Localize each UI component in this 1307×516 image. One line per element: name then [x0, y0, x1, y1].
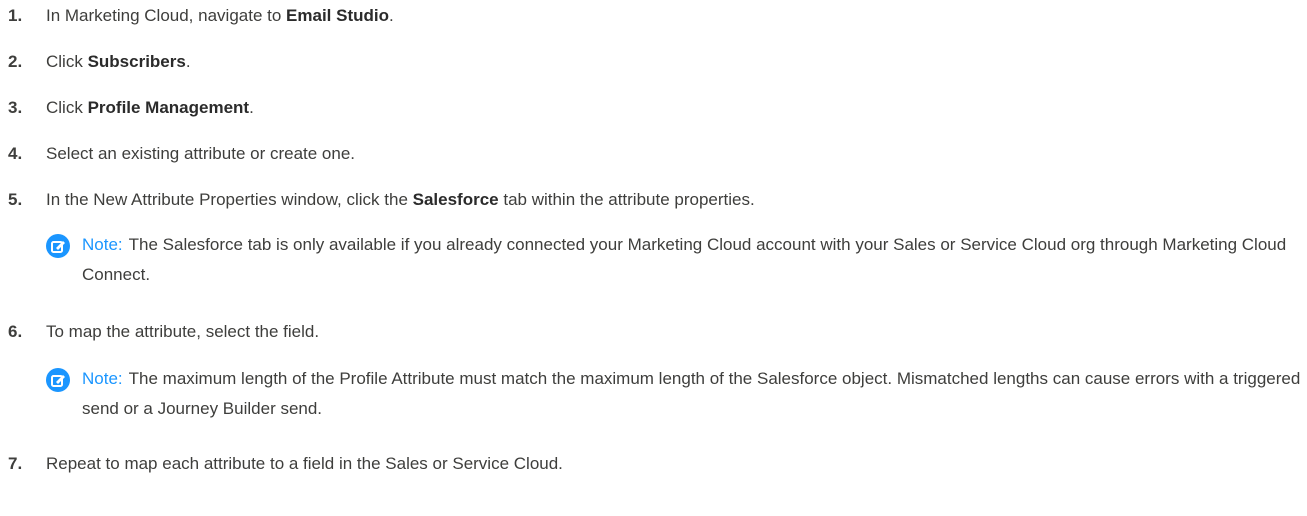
note-2: Note: The maximum length of the Profile A…: [46, 364, 1301, 424]
note-label: Note:: [82, 235, 123, 254]
step-1: 1. In Marketing Cloud, navigate to Email …: [8, 4, 394, 28]
step-text: In Marketing Cloud, navigate to: [46, 6, 287, 25]
edit-note-icon: [46, 368, 70, 392]
step-number: 5.: [8, 190, 23, 209]
note-text: The maximum length of the Profile Attrib…: [82, 369, 1301, 418]
step-6: 6. To map the attribute, select the field…: [8, 320, 319, 344]
step-text: Click: [46, 98, 88, 117]
step-7: 7. Repeat to map each attribute to a fiel…: [8, 452, 563, 476]
step-5: 5. In the New Attribute Properties window…: [8, 188, 755, 212]
step-text: Select an existing attribute or create o…: [46, 144, 356, 163]
step-number: 3.: [8, 98, 23, 117]
note-1: Note: The Salesforce tab is only availabl…: [46, 230, 1301, 290]
ui-element-name: Salesforce: [412, 190, 499, 209]
edit-note-icon: [46, 234, 70, 258]
step-text-end: .: [185, 52, 191, 71]
step-text-end: .: [389, 6, 394, 25]
step-4: 4. Select an existing attribute or create…: [8, 142, 355, 166]
step-number: 2.: [8, 52, 23, 71]
step-2: 2. Click Subscribers.: [8, 50, 191, 74]
step-number: 1.: [8, 6, 23, 25]
step-text: Repeat to map each attribute to a field …: [46, 454, 563, 473]
ui-element-name: Subscribers: [87, 52, 186, 71]
note-text: The Salesforce tab is only available if …: [82, 235, 1287, 284]
step-text-end: .: [249, 98, 254, 117]
step-3: 3. Click Profile Management.: [8, 96, 254, 120]
note-body: Note: The maximum length of the Profile A…: [82, 364, 1301, 424]
step-number: 6.: [8, 322, 23, 341]
step-text: In the New Attribute Properties window, …: [46, 190, 413, 209]
ui-element-name: Profile Management: [87, 98, 250, 117]
step-text: To map the attribute, select the field.: [46, 322, 320, 341]
step-number: 4.: [8, 144, 23, 163]
step-number: 7.: [8, 454, 23, 473]
note-body: Note: The Salesforce tab is only availabl…: [82, 230, 1301, 290]
step-text-end: tab within the attribute properties.: [498, 190, 755, 209]
step-text: Click: [46, 52, 88, 71]
note-label: Note:: [82, 369, 123, 388]
ui-element-name: Email Studio: [286, 6, 389, 25]
